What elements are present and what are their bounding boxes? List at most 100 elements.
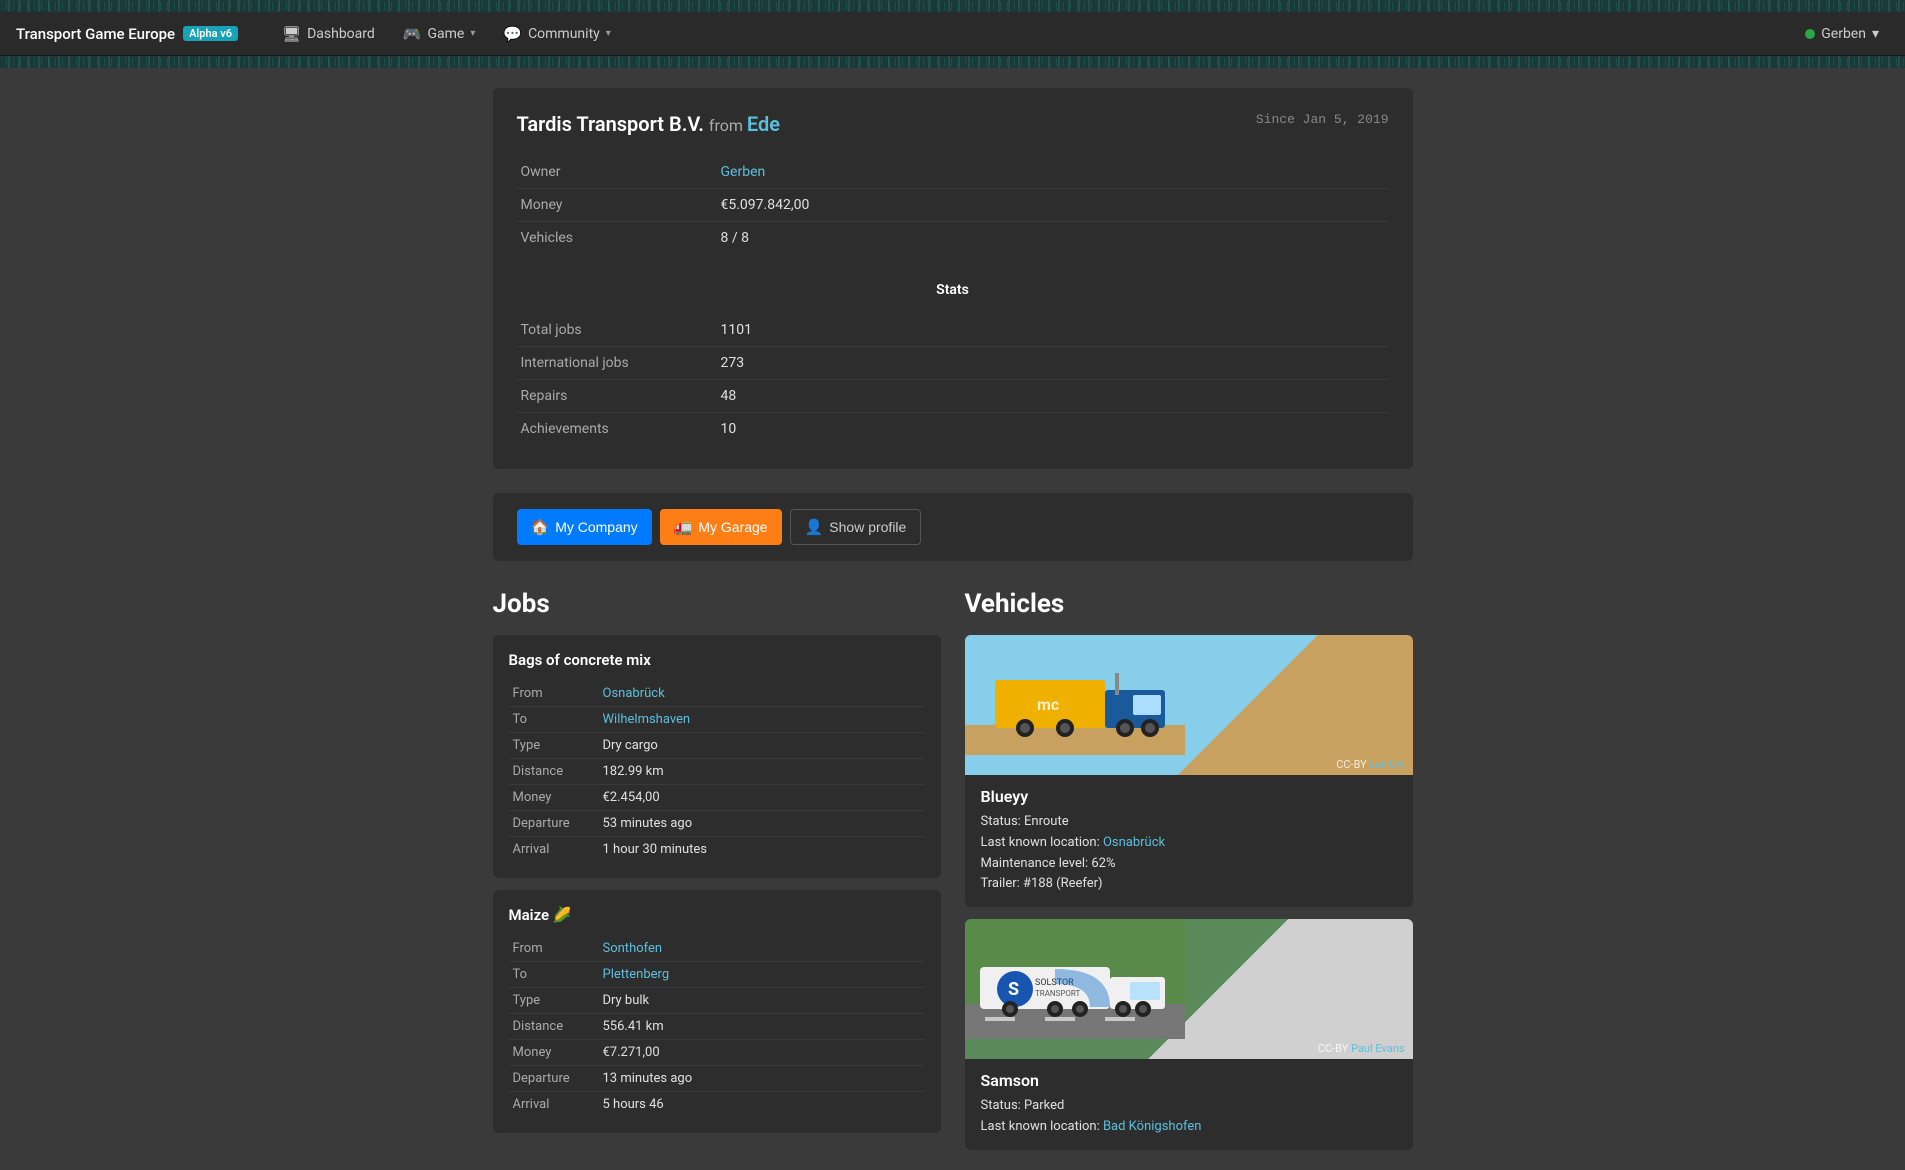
vehicle-image-bluey: mc CC-BY Lav Ulv xyxy=(965,635,1413,775)
stat-label-achievements: Achievements xyxy=(517,413,717,446)
brand-title: Transport Game Europe xyxy=(16,25,175,43)
job-0-departure-value: 53 minutes ago xyxy=(599,811,925,837)
vehicles-label: Vehicles xyxy=(517,222,717,255)
company-header: Tardis Transport B.V. from Ede Since Jan… xyxy=(517,112,1389,136)
job-1-departure-label: Departure xyxy=(509,1066,599,1092)
nav-dashboard[interactable]: 🖥 Dashboard xyxy=(270,19,387,49)
job-0-distance-value: 182.99 km xyxy=(599,759,925,785)
from-text: from xyxy=(709,116,747,135)
job-1-type-label: Type xyxy=(509,988,599,1014)
game-icon: 🎮 xyxy=(403,25,422,43)
owner-value[interactable]: Gerben xyxy=(717,156,1389,189)
job-card-0-title: Bags of concrete mix xyxy=(509,651,925,669)
main-content: Tardis Transport B.V. from Ede Since Jan… xyxy=(493,68,1413,1170)
stat-value-repairs: 48 xyxy=(717,380,1389,413)
show-profile-button[interactable]: 👤 Show profile xyxy=(790,509,922,545)
job-0-arrival-value: 1 hour 30 minutes xyxy=(599,837,925,863)
job-0-to-label: To xyxy=(509,707,599,733)
vehicle-name-bluey: Blueyy xyxy=(981,787,1397,806)
my-company-label: My Company xyxy=(555,519,637,535)
job-1-from-value[interactable]: Sonthofen xyxy=(599,936,925,962)
nav-right: Gerben ▾ xyxy=(1795,22,1889,46)
job-1-to-label: To xyxy=(509,962,599,988)
nav-user-name: Gerben xyxy=(1821,26,1866,42)
truck-icon: 🚛 xyxy=(674,518,693,536)
vehicle-status-samson: Status: Parked Last known location: Bad … xyxy=(981,1096,1397,1138)
stat-label-international-jobs: International jobs xyxy=(517,347,717,380)
nav-community[interactable]: 💬 Community ▾ xyxy=(491,19,622,49)
job-1-from-row: From Sonthofen xyxy=(509,936,925,962)
job-0-to-row: To Wilhelmshaven xyxy=(509,707,925,733)
stats-heading: Stats xyxy=(517,274,1389,306)
vehicle-cc-bluey: CC-BY Lav Ulv xyxy=(1336,758,1404,771)
dashboard-icon: 🖥 xyxy=(282,25,301,43)
job-0-departure-row: Departure 53 minutes ago xyxy=(509,811,925,837)
job-0-money-row: Money €2.454,00 xyxy=(509,785,925,811)
my-garage-button[interactable]: 🚛 My Garage xyxy=(660,509,782,545)
money-value: €5.097.842,00 xyxy=(717,189,1389,222)
jobs-column: Jobs Bags of concrete mix From Osnabrück… xyxy=(493,589,941,1133)
job-detail-table-0: From Osnabrück To Wilhelmshaven Type Dry… xyxy=(509,681,925,862)
job-0-arrival-label: Arrival xyxy=(509,837,599,863)
bluey-truck-svg: mc xyxy=(965,635,1185,755)
top-decoration xyxy=(0,0,1905,12)
job-1-distance-value: 556.41 km xyxy=(599,1014,925,1040)
nav-brand: Transport Game Europe Alpha v6 xyxy=(16,25,238,43)
job-0-departure-label: Departure xyxy=(509,811,599,837)
vehicle-card-samson: S SOLSTOR TRANSPORT xyxy=(965,919,1413,1150)
job-0-distance-label: Distance xyxy=(509,759,599,785)
vehicles-value: 8 / 8 xyxy=(717,222,1389,255)
stat-label-repairs: Repairs xyxy=(517,380,717,413)
job-1-money-row: Money €7.271,00 xyxy=(509,1040,925,1066)
company-info-table: Owner Gerben Money €5.097.842,00 Vehicle… xyxy=(517,156,1389,254)
stat-row-total-jobs: Total jobs 1101 xyxy=(517,314,1389,347)
stat-row-repairs: Repairs 48 xyxy=(517,380,1389,413)
job-1-arrival-value: 5 hours 46 xyxy=(599,1092,925,1118)
version-badge: Alpha v6 xyxy=(183,26,238,41)
vehicles-column: Vehicles xyxy=(965,589,1413,1150)
company-city-link[interactable]: Ede xyxy=(747,112,780,136)
job-0-from-row: From Osnabrück xyxy=(509,681,925,707)
job-1-type-row: Type Dry bulk xyxy=(509,988,925,1014)
job-1-money-label: Money xyxy=(509,1040,599,1066)
job-1-to-value[interactable]: Plettenberg xyxy=(599,962,925,988)
vehicle-location-samson[interactable]: Bad Königshofen xyxy=(1103,1119,1202,1134)
svg-text:TRANSPORT: TRANSPORT xyxy=(1035,989,1081,998)
stat-row-achievements: Achievements 10 xyxy=(517,413,1389,446)
job-0-type-label: Type xyxy=(509,733,599,759)
company-card: Tardis Transport B.V. from Ede Since Jan… xyxy=(493,88,1413,469)
nav-game[interactable]: 🎮 Game ▾ xyxy=(391,19,488,49)
jobs-heading: Jobs xyxy=(493,589,941,619)
svg-text:S: S xyxy=(1008,979,1019,1000)
bottom-decoration xyxy=(0,56,1905,68)
navbar: Transport Game Europe Alpha v6 🖥 Dashboa… xyxy=(0,12,1905,56)
my-company-button[interactable]: 🏠 My Company xyxy=(517,509,652,545)
job-1-to-row: To Plettenberg xyxy=(509,962,925,988)
money-label: Money xyxy=(517,189,717,222)
job-1-arrival-row: Arrival 5 hours 46 xyxy=(509,1092,925,1118)
nav-game-label: Game xyxy=(427,26,464,42)
community-icon: 💬 xyxy=(503,25,522,43)
cc-author-samson-link[interactable]: Paul Evans xyxy=(1351,1042,1404,1055)
nav-dashboard-label: Dashboard xyxy=(307,26,375,42)
job-0-from-value[interactable]: Osnabrück xyxy=(599,681,925,707)
vehicle-location-bluey[interactable]: Osnabrück xyxy=(1103,835,1165,850)
job-1-money-value: €7.271,00 xyxy=(599,1040,925,1066)
vehicle-card-bluey: mc CC-BY Lav Ulv Blueyy Status: Enroute … xyxy=(965,635,1413,907)
job-0-arrival-row: Arrival 1 hour 30 minutes xyxy=(509,837,925,863)
stat-value-international-jobs: 273 xyxy=(717,347,1389,380)
game-chevron-icon: ▾ xyxy=(470,28,475,39)
job-1-arrival-label: Arrival xyxy=(509,1092,599,1118)
vehicle-cards-list: mc CC-BY Lav Ulv Blueyy Status: Enroute … xyxy=(965,635,1413,1150)
stats-section: Stats Total jobs 1101 International jobs… xyxy=(517,274,1389,445)
action-buttons-bar: 🏠 My Company 🚛 My Garage 👤 Show profile xyxy=(493,493,1413,561)
my-garage-label: My Garage xyxy=(698,519,767,535)
vehicles-row: Vehicles 8 / 8 xyxy=(517,222,1389,255)
job-0-distance-row: Distance 182.99 km xyxy=(509,759,925,785)
show-profile-label: Show profile xyxy=(829,519,906,535)
nav-user[interactable]: Gerben ▾ xyxy=(1795,22,1889,46)
job-cards-list: Bags of concrete mix From Osnabrück To W… xyxy=(493,635,941,1133)
cc-author-bluey-link[interactable]: Lav Ulv xyxy=(1369,758,1404,771)
job-0-to-value[interactable]: Wilhelmshaven xyxy=(599,707,925,733)
nav-items: 🖥 Dashboard 🎮 Game ▾ 💬 Community ▾ xyxy=(270,19,1795,49)
